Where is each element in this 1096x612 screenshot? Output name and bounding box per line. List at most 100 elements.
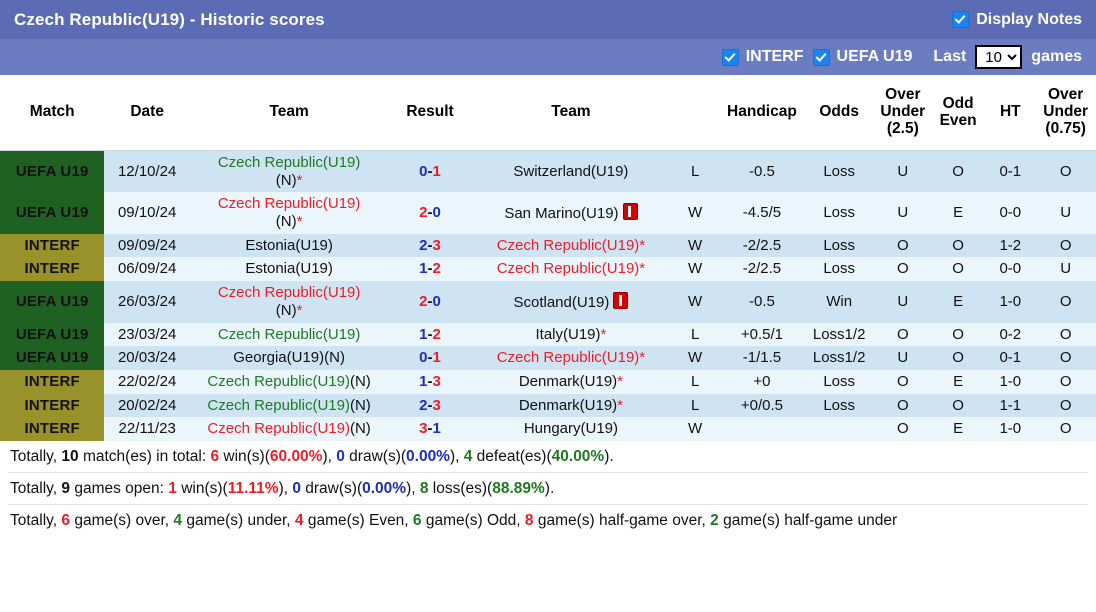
competition-badge[interactable]: UEFA U19 bbox=[0, 150, 105, 193]
draws-pct: 0.00% bbox=[406, 447, 450, 465]
team-neutral-suffix: (N) bbox=[349, 372, 371, 390]
under-count: 4 bbox=[173, 511, 183, 529]
home-team-cell[interactable]: Czech Republic(U19) bbox=[189, 322, 389, 347]
away-team-cell[interactable]: Czech Republic(U19)* bbox=[471, 346, 671, 370]
col-match: Match bbox=[0, 75, 105, 151]
home-team-cell[interactable]: Czech Republic(U19)(N) bbox=[189, 417, 389, 441]
competition-badge[interactable]: UEFA U19 bbox=[0, 281, 105, 323]
open-draws-count: 0 bbox=[292, 479, 301, 497]
table-row[interactable]: INTERF 20/02/24 Czech Republic(U19)(N) 2-3 D… bbox=[0, 393, 1096, 418]
open-wins-pct: 11.11% bbox=[227, 479, 279, 497]
competition-badge[interactable]: INTERF bbox=[0, 257, 105, 282]
table-row[interactable]: UEFA U19 09/10/24 Czech Republic(U19) (N)* 2… bbox=[0, 192, 1096, 234]
away-team-cell[interactable]: Czech Republic(U19)* bbox=[471, 233, 671, 258]
team-name: Czech Republic(U19) bbox=[207, 420, 350, 438]
text: win(s)( bbox=[176, 479, 228, 497]
home-team-cell[interactable]: Czech Republic(U19) (N)* bbox=[189, 192, 389, 234]
half-time-score: 1-0 bbox=[985, 417, 1036, 441]
over-under-25-value: O bbox=[874, 322, 931, 347]
away-team-cell[interactable]: Scotland(U19) bbox=[471, 281, 671, 323]
odd-even-value: O bbox=[931, 322, 986, 347]
text: ), bbox=[449, 447, 464, 465]
table-row[interactable]: UEFA U19 12/10/24 Czech Republic(U19) (N)* 0… bbox=[0, 150, 1096, 193]
competition-badge[interactable]: UEFA U19 bbox=[0, 322, 105, 347]
table-row[interactable]: INTERF 22/11/23 Czech Republic(U19)(N) 3-1 H… bbox=[0, 417, 1096, 441]
competition-badge[interactable]: INTERF bbox=[0, 233, 105, 258]
display-notes-checkbox[interactable] bbox=[952, 11, 970, 28]
page-title: Czech Republic(U19) - Historic scores bbox=[14, 9, 325, 29]
odds-value: Loss bbox=[803, 192, 875, 234]
home-team-cell[interactable]: Czech Republic(U19) (N)* bbox=[189, 281, 389, 323]
home-team-cell[interactable]: Czech Republic(U19) (N)* bbox=[189, 150, 389, 193]
home-team-cell[interactable]: Czech Republic(U19)(N) bbox=[189, 369, 389, 394]
competition-badge[interactable]: INTERF bbox=[0, 417, 105, 441]
competition-badge[interactable]: UEFA U19 bbox=[0, 192, 105, 234]
half-time-score: 0-0 bbox=[985, 257, 1036, 282]
competition-badge[interactable]: INTERF bbox=[0, 369, 105, 394]
result-indicator: W bbox=[670, 192, 721, 234]
half-time-score: 0-2 bbox=[985, 322, 1036, 347]
away-team-cell[interactable]: Italy(U19)* bbox=[471, 322, 671, 347]
score-cell[interactable]: 1-2 bbox=[388, 322, 472, 347]
away-team-cell[interactable]: Denmark(U19)* bbox=[471, 393, 671, 418]
away-team-cell[interactable]: Czech Republic(U19)* bbox=[471, 257, 671, 282]
team-name: Denmark(U19) bbox=[518, 372, 618, 390]
table-row[interactable]: INTERF 09/09/24 Estonia(U19) 2-3 Czech Repub… bbox=[0, 233, 1096, 258]
match-date: 12/10/24 bbox=[104, 150, 190, 193]
open-wins-count: 1 bbox=[168, 479, 177, 497]
handicap-value: -2/2.5 bbox=[720, 233, 804, 258]
table-row[interactable]: UEFA U19 26/03/24 Czech Republic(U19) (N)* 2… bbox=[0, 281, 1096, 323]
last-label: Last bbox=[933, 48, 967, 65]
home-team-cell[interactable]: Estonia(U19) bbox=[189, 233, 389, 258]
competition-badge[interactable]: UEFA U19 bbox=[0, 346, 105, 370]
table-row[interactable]: UEFA U19 23/03/24 Czech Republic(U19) 1-2 It… bbox=[0, 322, 1096, 347]
col-ou075-line3: (0.75) bbox=[1045, 119, 1086, 137]
over-count: 6 bbox=[61, 511, 71, 529]
home-team-cell[interactable]: Estonia(U19) bbox=[189, 257, 389, 282]
home-team-cell[interactable]: Georgia(U19)(N) bbox=[189, 346, 389, 370]
handicap-value: +0/0.5 bbox=[720, 393, 804, 418]
filter-bar: INTERF UEFA U19 Last 10 games bbox=[0, 39, 1096, 75]
score-away: 3 bbox=[432, 396, 441, 414]
away-team-cell[interactable]: Switzerland(U19) bbox=[471, 150, 671, 193]
half-time-score: 0-0 bbox=[985, 192, 1036, 234]
col-ou25-line2: Under bbox=[880, 103, 926, 121]
home-team-cell[interactable]: Czech Republic(U19)(N) bbox=[189, 393, 389, 418]
col-ou075-line1: Over bbox=[1048, 86, 1084, 104]
away-team-cell[interactable]: San Marino(U19) bbox=[471, 192, 671, 234]
filter-interf[interactable]: INTERF bbox=[721, 48, 804, 66]
score-cell[interactable]: 0-1 bbox=[388, 346, 472, 370]
half-time-score: 1-0 bbox=[985, 369, 1036, 394]
interf-checkbox[interactable] bbox=[721, 48, 739, 66]
display-notes-group[interactable]: Display Notes bbox=[952, 11, 1082, 29]
team-name: Czech Republic(U19) bbox=[207, 396, 350, 414]
over-under-075-value: U bbox=[1035, 192, 1096, 234]
table-row[interactable]: INTERF 22/02/24 Czech Republic(U19)(N) 1-3 D… bbox=[0, 369, 1096, 394]
odds-value: Loss bbox=[803, 393, 875, 418]
text: game(s) over, bbox=[70, 511, 174, 529]
filter-uefa[interactable]: UEFA U19 bbox=[812, 48, 912, 66]
table-row[interactable]: UEFA U19 20/03/24 Georgia(U19)(N) 0-1 Czech … bbox=[0, 346, 1096, 370]
score-cell[interactable]: 3-1 bbox=[388, 417, 472, 441]
text: game(s) half-game over, bbox=[533, 511, 711, 529]
competition-badge[interactable]: INTERF bbox=[0, 393, 105, 418]
score-cell[interactable]: 1-3 bbox=[388, 369, 472, 394]
score-cell[interactable]: 2-0 bbox=[388, 281, 472, 323]
halfgame-under-count: 2 bbox=[710, 511, 719, 529]
score-cell[interactable]: 2-3 bbox=[388, 393, 472, 418]
team-note-asterisk: * bbox=[617, 396, 624, 414]
score-cell[interactable]: 0-1 bbox=[388, 150, 472, 193]
away-team-cell[interactable]: Denmark(U19)* bbox=[471, 369, 671, 394]
text: Totally, bbox=[10, 479, 62, 497]
table-row[interactable]: INTERF 06/09/24 Estonia(U19) 1-2 Czech Repub… bbox=[0, 257, 1096, 282]
score-cell[interactable]: 2-3 bbox=[388, 233, 472, 258]
summary-line-total: Totally, 10 match(es) in total: 6 win(s)… bbox=[8, 441, 1088, 473]
score-home: 0 bbox=[419, 349, 428, 367]
last-games-select[interactable]: 10 bbox=[975, 45, 1023, 69]
over-under-25-value: U bbox=[874, 150, 931, 193]
score-cell[interactable]: 2-0 bbox=[388, 192, 472, 234]
away-team-cell[interactable]: Hungary(U19) bbox=[471, 417, 671, 441]
score-cell[interactable]: 1-2 bbox=[388, 257, 472, 282]
match-date: 22/11/23 bbox=[104, 417, 190, 441]
uefa-checkbox[interactable] bbox=[812, 48, 830, 66]
